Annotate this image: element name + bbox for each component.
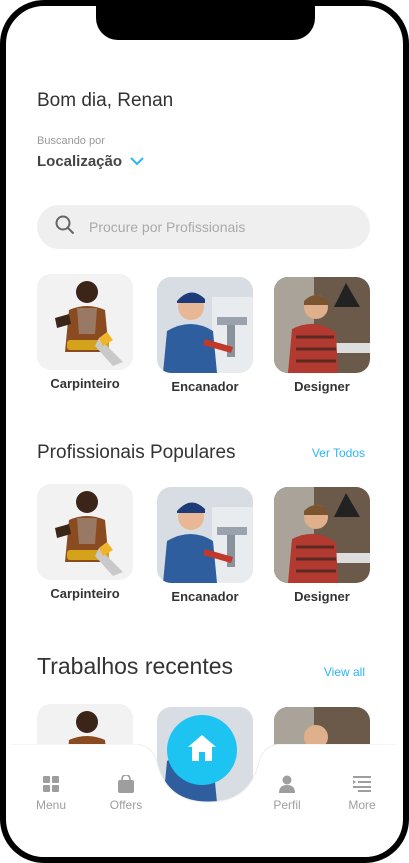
plumber-image (157, 277, 253, 373)
category-encanador[interactable]: Encanador (155, 277, 255, 394)
list-icon (332, 774, 392, 794)
location-value: Localização (37, 153, 123, 170)
nav-more-label: More (348, 798, 376, 812)
recent-section-title: Trabalhos recentes (37, 653, 234, 679)
popular-label: Carpinteiro (50, 586, 120, 601)
carpenter-image (37, 484, 133, 580)
recent-view-all-link[interactable]: View all (324, 665, 365, 679)
popular-see-all-link[interactable]: Ver Todos (312, 446, 365, 460)
category-label: Designer (294, 379, 350, 394)
nav-offers-label: Offers (109, 798, 143, 812)
nav-menu-label: Menu (35, 798, 67, 812)
nav-menu[interactable]: Menu (21, 774, 81, 812)
category-label: Carpinteiro (50, 376, 120, 391)
popular-carpinteiro[interactable]: Carpinteiro (35, 484, 135, 601)
popular-label: Encanador (171, 589, 239, 604)
designer-image (274, 277, 370, 373)
plumber-image (157, 487, 253, 583)
category-designer[interactable]: Designer (272, 277, 372, 394)
home-icon (187, 734, 217, 767)
user-icon (257, 774, 317, 794)
nav-offers[interactable]: Offers (96, 774, 156, 812)
notch (96, 6, 315, 40)
search-icon (55, 215, 75, 240)
category-carpinteiro[interactable]: Carpinteiro (35, 274, 135, 391)
carpenter-image (37, 274, 133, 370)
popular-section-title: Profissionais Populares (37, 442, 236, 463)
popular-encanador[interactable]: Encanador (155, 487, 255, 604)
popular-label: Designer (294, 589, 350, 604)
nav-perfil-label: Perfil (273, 798, 301, 812)
home-button[interactable] (167, 715, 237, 785)
chevron-down-icon (130, 153, 144, 170)
location-selector[interactable]: Localização (37, 153, 144, 170)
search-input[interactable] (87, 218, 351, 236)
shopping-bag-icon (96, 774, 156, 794)
nav-perfil[interactable]: Perfil (257, 774, 317, 812)
nav-more[interactable]: More (332, 774, 392, 812)
phone-frame: Bom dia, Renan Buscando por Localização (0, 0, 409, 863)
category-label: Encanador (171, 379, 239, 394)
search-bar[interactable] (37, 205, 370, 249)
designer-image (274, 487, 370, 583)
grid-icon (21, 774, 81, 794)
greeting-text: Bom dia, Renan (37, 90, 174, 111)
popular-designer[interactable]: Designer (272, 487, 372, 604)
location-label: Buscando por (37, 135, 105, 147)
